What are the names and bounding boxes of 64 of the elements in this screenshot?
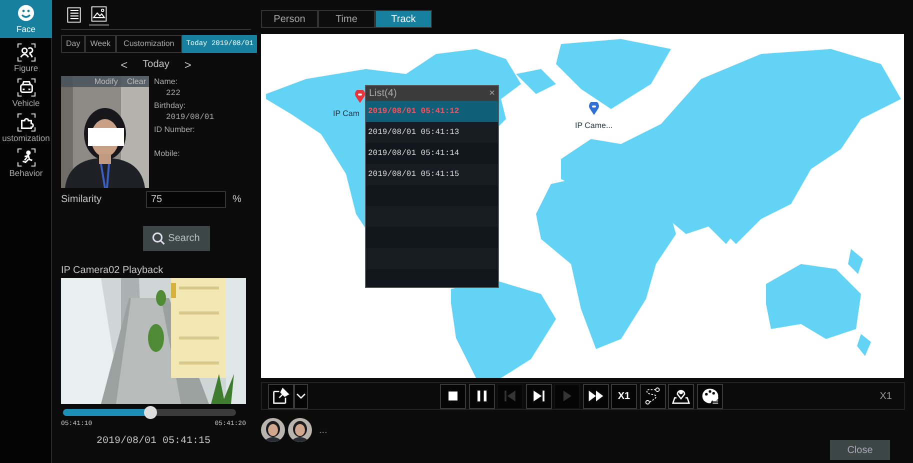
search-icon <box>152 232 166 244</box>
puzzle-icon <box>16 113 36 132</box>
toolbar-button[interactable] <box>696 384 722 408</box>
view-tab[interactable]: Person <box>261 10 318 28</box>
palette-icon <box>700 387 718 405</box>
field-label: Name: <box>154 76 179 88</box>
sidebar-item[interactable]: ustomization <box>0 112 52 146</box>
date-label: Today <box>142 58 170 72</box>
people-icon <box>16 43 36 62</box>
close-button[interactable]: Close <box>830 440 890 460</box>
marker-label: IP Came... <box>575 120 613 132</box>
marker-label: IP Cam <box>333 108 360 120</box>
list-entry[interactable]: 2019/08/01 05:41:13 <box>366 122 498 143</box>
date-tab[interactable]: Day <box>61 34 86 53</box>
toolbar-button[interactable] <box>440 384 466 408</box>
popup-title: List(4) <box>369 87 397 101</box>
sidebar-item[interactable]: Vehicle <box>0 77 52 111</box>
list-entry[interactable]: 2019/08/01 05:41:14 <box>366 143 498 164</box>
close-icon[interactable]: × <box>489 86 495 101</box>
field-label: Mobile: <box>154 148 181 160</box>
view-tab[interactable]: Time <box>318 10 375 28</box>
slider-thumb[interactable] <box>144 406 156 418</box>
sidebar-item[interactable]: Figure <box>0 42 52 76</box>
sidebar-item[interactable]: Behavior <box>0 147 52 181</box>
prev-arrow[interactable]: < <box>120 56 128 74</box>
list-icon <box>65 6 83 24</box>
image-icon <box>90 5 108 23</box>
next-arrow[interactable]: > <box>184 56 192 74</box>
toolbar-button[interactable] <box>468 384 494 408</box>
toolbar-button[interactable] <box>526 384 552 408</box>
view-tab[interactable]: Track <box>375 10 432 28</box>
date-tab[interactable]: Customization <box>116 34 182 53</box>
playback-title: IP Camera02 Playback <box>61 264 164 278</box>
similarity-label: Similarity <box>61 192 103 206</box>
running-figure-icon <box>16 148 36 168</box>
car-icon <box>16 78 36 98</box>
list-entry[interactable]: 2019/08/01 05:41:15 <box>366 164 498 185</box>
map-marker-icon[interactable] <box>589 102 599 115</box>
toolbar-button[interactable] <box>582 384 608 408</box>
route-icon <box>644 387 662 405</box>
field-label: Birthday: <box>154 100 187 112</box>
caret-icon <box>296 393 306 399</box>
similarity-field[interactable]: 75 <box>146 190 226 208</box>
map-marker-icon[interactable] <box>355 90 365 103</box>
field-label: ID Number: <box>154 124 196 136</box>
more-indicator: ... <box>319 424 328 438</box>
speed-button[interactable]: X1 <box>611 384 637 408</box>
view-toggle[interactable] <box>89 4 109 26</box>
playback-timestamp: 2019/08/01 05:41:15 <box>95 434 212 450</box>
toolbar-button[interactable] <box>640 384 666 408</box>
search-button[interactable]: Search <box>142 226 210 250</box>
date-tab[interactable]: Week <box>85 34 116 53</box>
dropdown-button[interactable] <box>294 384 308 408</box>
map-pin-icon <box>672 387 690 405</box>
field-value: 2019/08/01 <box>165 112 214 124</box>
sidebar-item[interactable]: Face <box>0 0 52 38</box>
pin-tool-button[interactable] <box>268 384 294 408</box>
photo-action-link[interactable]: Modify <box>94 76 118 87</box>
toolbar-button[interactable] <box>668 384 694 408</box>
field-value: 222 <box>165 88 182 100</box>
pin-edit-icon <box>272 387 290 405</box>
speed-label: X1 <box>880 390 892 404</box>
face-icon <box>16 2 36 23</box>
unit-label: % <box>232 192 242 206</box>
